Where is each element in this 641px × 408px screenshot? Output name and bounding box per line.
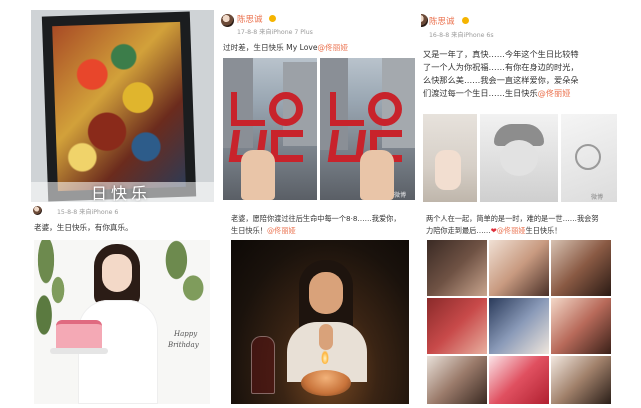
photo-couple-hands[interactable] [423,114,477,202]
post-text-suffix: 生日快乐！ [525,226,562,235]
post-username[interactable]: 陈思诚 [237,13,263,25]
photo-candle-wish[interactable] [231,240,409,404]
collage-photo-7[interactable] [427,356,487,404]
love-sign-photo-left[interactable] [223,58,317,200]
mention-link[interactable]: @佟丽娅 [267,226,296,235]
collage-photo-1[interactable] [427,240,487,296]
verified-badge-icon [269,15,276,22]
weibo-post-love-sign: 陈思诚 17-8-8 来自iPhone 7 Plus 过时差，生日快乐 My L… [221,10,417,202]
hand-peace-sign [241,150,275,200]
woman-face [309,272,343,314]
cake-top [301,370,351,396]
collage-photo-3[interactable] [551,240,611,296]
post-text-line-1: 两个人在一起，简单的是一时，难的是一世……我会努 [426,214,599,223]
post-text-line-3: 么快那么美……我会一直这样爱你，爱朵朵 [423,75,579,85]
post-text-body: 生日快乐！ [231,226,267,235]
painting-photo-panel: 日快乐 [31,10,214,202]
love-sign-photo-right[interactable]: 微博 [320,58,415,200]
post-meta: 16-8-8 来自iPhone 6s [429,32,494,39]
weibo-post-cake: 15-8-8 来自iPhone 6 老婆，生日快乐，有你真乐。 Happy Br… [31,204,214,404]
avatar[interactable] [33,206,42,215]
weibo-watermark: 微博 [591,194,604,201]
post-text-line-1: 老婆，愿陪你渡过往后生命中每一个8·8……我爱你， [231,214,401,223]
collage-photo-8[interactable] [489,356,549,404]
collage-photo-4[interactable] [427,298,487,354]
post-text-line-1: 又是一年了，真快……今年这个生日比较特 [423,49,579,59]
card-text-birthday: Brithday [168,341,199,349]
weibo-post-candle: 老婆，愿陪你渡过往后生命中每一个8·8……我爱你， 生日快乐！@佟丽娅 [221,204,417,404]
collage-photo-9[interactable] [551,356,611,404]
post-text: 过时差，生日快乐 My Love@佟丽娅 [223,42,417,54]
post-meta: 15-8-8 来自iPhone 6 [57,209,119,216]
weibo-watermark: 微博 [394,192,407,199]
collage-photo-2[interactable] [489,240,549,296]
leaf-decor-right [154,240,210,320]
photo-baby-bw[interactable] [480,114,558,202]
post-text-line-2: 生日快乐！@佟丽娅 [231,225,417,237]
collage-photo-5[interactable] [489,298,549,354]
mention-link[interactable]: @佟丽娅 [318,43,348,52]
photo-ring-hand[interactable]: 微博 [561,114,617,202]
post-text-body: 过时差，生日快乐 My Love [223,43,318,52]
post-text-line-2: 了一个人为你祝福……有你在身边的时光， [423,62,579,72]
avatar[interactable] [221,14,234,27]
weibo-post-anniversary: 陈思诚 16-8-8 来自iPhone 6s 又是一年了，真快……今年这个生日比… [421,10,617,202]
post-text-body: 力陪你走到最后…… [426,226,491,235]
post-username[interactable]: 陈思诚 [429,15,455,27]
collage-photo-6[interactable] [551,298,611,354]
mention-link[interactable]: @佟丽娅 [538,88,571,98]
verified-badge-icon [462,17,469,24]
weibo-post-collage: 两个人在一起，简单的是一时，难的是一世……我会努 力陪你走到最后……❤@佟丽娅生… [421,204,617,404]
card-text-happy: Happy [174,330,198,338]
abstract-painting [52,21,186,192]
painting-caption: 日快乐 [91,184,152,202]
mention-link[interactable]: @佟丽娅 [497,226,526,235]
photo-woman-with-cake[interactable]: Happy Brithday [34,240,210,404]
post-text: 老婆，生日快乐，有你真乐。 [34,223,133,232]
post-text-body: 们渡过每一个生日……生日快乐 [423,88,538,98]
cake-plate [50,348,108,354]
post-text-line-2: 力陪你走到最后……❤@佟丽娅生日快乐！ [426,225,617,237]
candle-flame-icon [321,350,329,364]
avatar[interactable] [421,14,428,27]
wine-glass [251,336,275,394]
love-sign-letters [228,84,311,162]
woman-face [102,254,132,292]
post-meta: 17-8-8 来自iPhone 7 Plus [237,29,313,36]
painting-frame [41,11,197,202]
praying-hands [319,324,333,350]
hand-peace-sign [360,150,394,200]
post-text-line-4: 们渡过每一个生日……生日快乐@佟丽娅 [423,87,617,100]
